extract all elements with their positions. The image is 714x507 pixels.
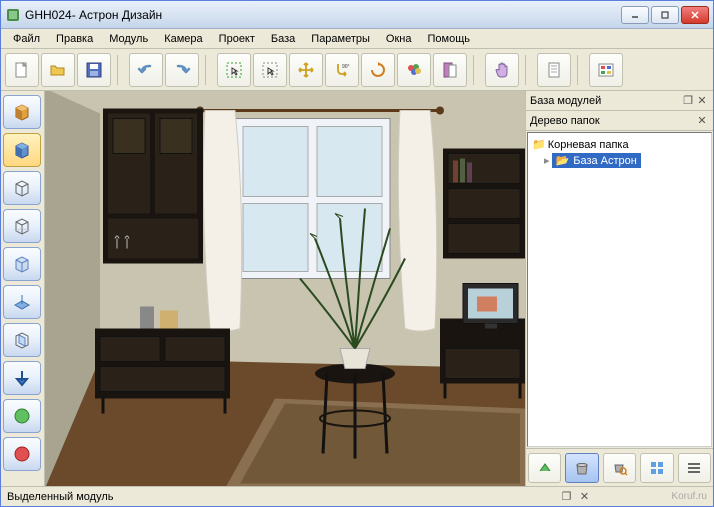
modules-base-label: База модулей [530,95,681,107]
plane-tool[interactable] [3,285,41,319]
status-bar: Выделенный модуль ❐ ✕ Koruf.ru [1,486,713,506]
bin-view-button[interactable] [565,453,598,483]
folder-open-icon: 📂 [556,154,570,167]
undo-button[interactable] [129,53,163,87]
new-file-button[interactable] [5,53,39,87]
cube-orange-tool[interactable] [3,95,41,129]
document-button[interactable] [537,53,571,87]
main-toolbar: 90° [1,49,713,91]
tree-node-row[interactable]: ▸ 📂 База Астрон [532,152,707,169]
nav-up-button[interactable] [528,453,561,483]
tree-root-label: Корневая папка [548,139,629,151]
menu-help[interactable]: Помощь [419,31,478,47]
window-title: GHH024- Астрон Дизайн [25,8,621,22]
bottom-toolbar [526,448,713,486]
tree-node-label: База Астрон [573,155,637,167]
list-view-button[interactable] [678,453,711,483]
refresh-button[interactable] [361,53,395,87]
menu-module[interactable]: Модуль [101,31,156,47]
minimize-button[interactable] [621,6,649,24]
menu-file[interactable]: Файл [5,31,48,47]
grid-view-button[interactable] [640,453,673,483]
circle-red-tool[interactable] [3,437,41,471]
folder-tree-label: Дерево папок [530,115,695,127]
titlebar: GHH024- Астрон Дизайн [1,1,713,29]
cube-transparent-tool[interactable] [3,247,41,281]
maximize-button[interactable] [651,6,679,24]
dock-toggle-icon[interactable]: ❐ [681,94,695,108]
menu-project[interactable]: Проект [211,31,263,47]
expand-icon[interactable]: ▸ [544,154,550,167]
template-button[interactable] [589,53,623,87]
menu-params[interactable]: Параметры [303,31,378,47]
lasso-tool-button[interactable] [253,53,287,87]
open-button[interactable] [41,53,75,87]
status-close-icon[interactable]: ✕ [577,490,591,504]
section-tool[interactable] [3,323,41,357]
3d-viewport[interactable] [45,91,525,486]
svg-text:90°: 90° [342,64,350,70]
folder-icon: 📁 [532,138,546,151]
pan-button[interactable] [485,53,519,87]
folder-tree[interactable]: 📁 Корневая папка ▸ 📂 База Астрон [527,132,712,447]
modules-base-header: База модулей ❐ ✕ [526,91,713,111]
palette-button[interactable] [397,53,431,87]
circle-green-tool[interactable] [3,399,41,433]
arrow-down-tool[interactable] [3,361,41,395]
right-panel: База модулей ❐ ✕ Дерево папок ✕ 📁 Корнев… [525,91,713,486]
close-panel-icon[interactable]: ✕ [695,94,709,108]
cube-blue-tool[interactable] [3,133,41,167]
status-dock-icon[interactable]: ❐ [559,490,573,504]
close-button[interactable] [681,6,709,24]
menu-camera[interactable]: Камера [156,31,210,47]
move-tool-button[interactable] [289,53,323,87]
menubar: Файл Правка Модуль Камера Проект База Па… [1,29,713,49]
selection-tool-button[interactable] [217,53,251,87]
app-icon [5,7,21,23]
save-button[interactable] [77,53,111,87]
close-tree-icon[interactable]: ✕ [695,114,709,128]
folder-tree-header: Дерево папок ✕ [526,111,713,131]
left-toolbar [1,91,45,486]
properties-button[interactable] [433,53,467,87]
redo-button[interactable] [165,53,199,87]
cube-wire-tool[interactable] [3,209,41,243]
watermark-text: Koruf.ru [671,491,707,502]
search-bin-button[interactable] [603,453,636,483]
cube-outline-tool[interactable] [3,171,41,205]
rotate-90-button[interactable]: 90° [325,53,359,87]
menu-windows[interactable]: Окна [378,31,420,47]
status-label: Выделенный модуль [7,491,555,503]
menu-edit[interactable]: Правка [48,31,101,47]
menu-base[interactable]: База [263,31,303,47]
tree-root-row[interactable]: 📁 Корневая папка [532,137,707,152]
